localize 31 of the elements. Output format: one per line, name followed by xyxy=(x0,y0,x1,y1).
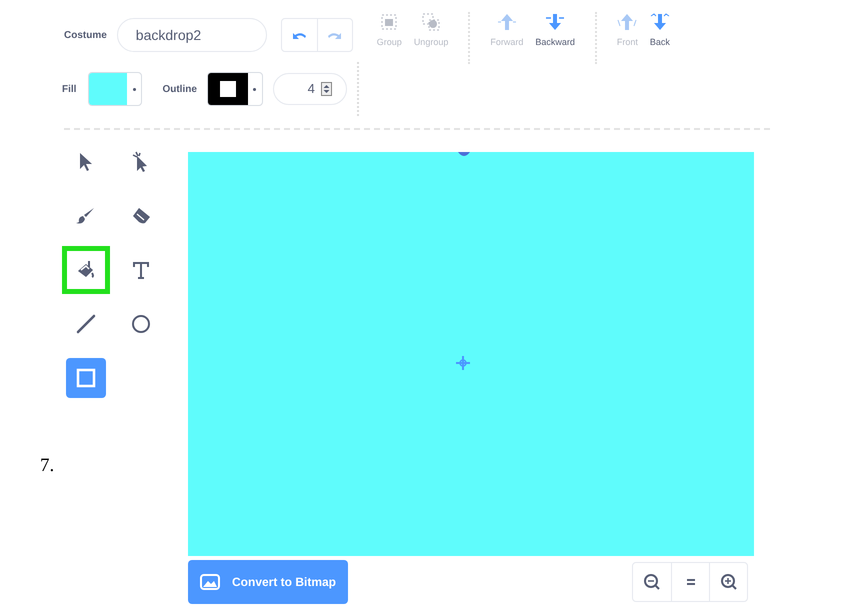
outline-label: Outline xyxy=(162,82,197,96)
stepper-icon[interactable] xyxy=(320,82,332,96)
tool-button[interactable] xyxy=(66,358,106,398)
fill-color-picker[interactable] xyxy=(88,72,142,106)
rectangle-icon xyxy=(75,367,97,389)
backward-button[interactable]: Backward xyxy=(529,12,581,50)
arrow-icon xyxy=(545,12,566,32)
group-icon xyxy=(421,12,442,32)
fill-label: Fill xyxy=(62,82,76,96)
rotation-handle-icon xyxy=(458,152,470,157)
costume-label: Costume xyxy=(64,28,107,42)
dropdown-icon xyxy=(253,88,256,90)
group-icon xyxy=(379,12,400,32)
text-tool-icon xyxy=(130,259,152,281)
step-number: 7. xyxy=(40,454,54,478)
arrow-icon xyxy=(617,12,638,32)
zoom-out-icon xyxy=(643,573,661,591)
circle-icon xyxy=(130,313,152,335)
convert-to-bitmap-button[interactable]: Convert to Bitmap xyxy=(188,560,348,604)
image-icon xyxy=(200,574,220,590)
tool-button[interactable] xyxy=(62,246,110,294)
zoom-in-icon xyxy=(720,573,738,591)
back-button[interactable]: Back xyxy=(644,12,676,50)
arrow-icon xyxy=(650,12,670,32)
crosshair-icon xyxy=(456,356,470,370)
line-icon xyxy=(75,313,97,335)
outline-color-picker[interactable] xyxy=(206,72,263,106)
arrow-icon xyxy=(496,12,517,32)
costume-name-field[interactable]: backdrop2 xyxy=(116,18,267,52)
dropdown-icon xyxy=(132,88,136,90)
outline-width-field[interactable]: 4 xyxy=(272,73,347,105)
